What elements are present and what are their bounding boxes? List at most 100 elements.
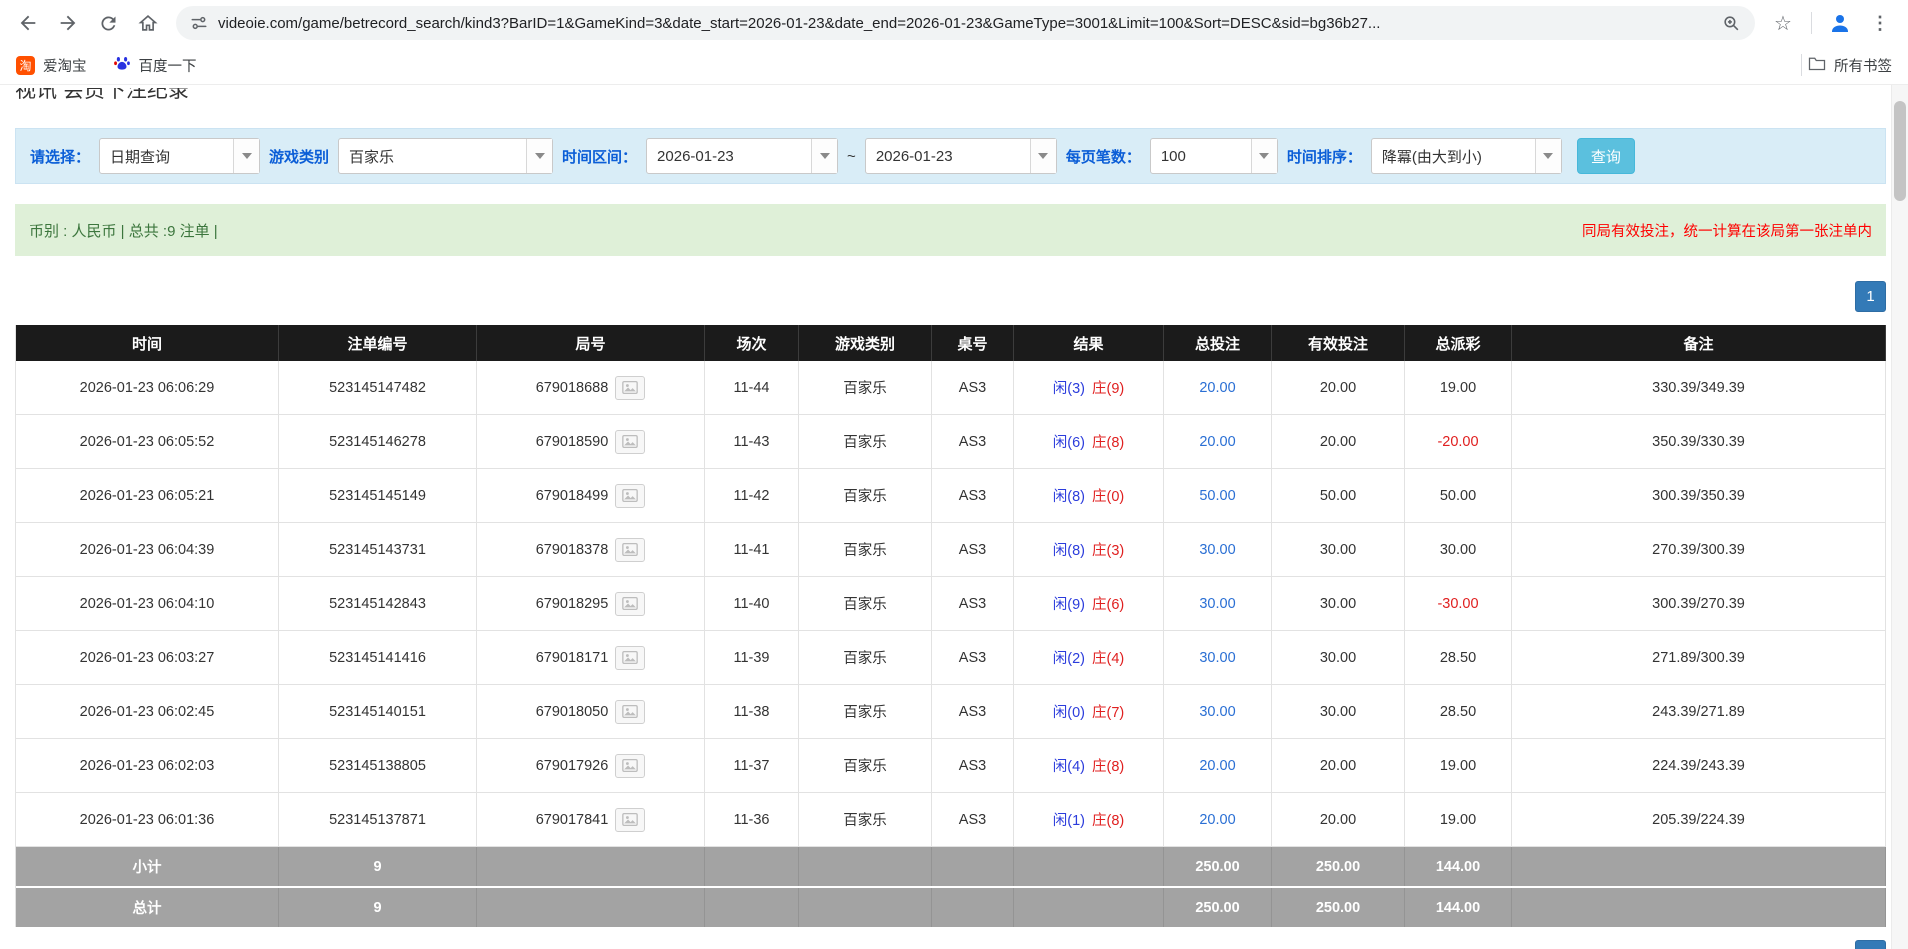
cell-payout: 19.00 xyxy=(1405,793,1512,847)
column-header: 游戏类别 xyxy=(799,325,932,361)
pagination-bottom-partial[interactable]: 1 xyxy=(1855,940,1886,949)
url-text[interactable]: videoie.com/game/betrecord_search/kind3?… xyxy=(218,15,1712,32)
total-bet-link[interactable]: 50.00 xyxy=(1199,488,1235,504)
page-size-select[interactable]: 100 xyxy=(1150,138,1278,174)
cell-table-no: AS3 xyxy=(932,523,1014,577)
cell-time: 2026-01-23 06:03:27 xyxy=(16,631,279,685)
round-image-button[interactable] xyxy=(615,808,645,832)
table-row: 2026-01-23 06:04:10 523145142843 6790182… xyxy=(16,577,1886,631)
round-image-button[interactable] xyxy=(615,538,645,562)
table-row: 2026-01-23 06:02:45 523145140151 6790180… xyxy=(16,685,1886,739)
forward-button[interactable] xyxy=(50,5,86,41)
chevron-down-icon[interactable] xyxy=(1030,139,1056,173)
total-empty-cell xyxy=(1014,888,1164,927)
cell-bet-id: 523145142843 xyxy=(279,577,477,631)
total-bet-link[interactable]: 20.00 xyxy=(1199,812,1235,828)
chevron-down-icon[interactable] xyxy=(811,139,837,173)
profile-avatar[interactable] xyxy=(1822,5,1858,41)
table-row: 2026-01-23 06:03:27 523145141416 6790181… xyxy=(16,631,1886,685)
sort-order-label: 时间排序： xyxy=(1287,146,1362,167)
cell-result: 闲(9) 庄(6) xyxy=(1014,577,1164,631)
total-bet-link[interactable]: 20.00 xyxy=(1199,380,1235,396)
round-image-button[interactable] xyxy=(615,484,645,508)
round-image-button[interactable] xyxy=(615,754,645,778)
chevron-down-icon[interactable] xyxy=(1535,139,1561,173)
total-bet-link[interactable]: 20.00 xyxy=(1199,758,1235,774)
cell-game-type: 百家乐 xyxy=(799,739,932,793)
scrollbar-thumb[interactable] xyxy=(1894,101,1906,201)
cell-note: 350.39/330.39 xyxy=(1512,415,1886,469)
cell-session: 11-39 xyxy=(705,631,799,685)
date-start-select[interactable]: 2026-01-23 xyxy=(646,138,838,174)
bookmark-baidu[interactable]: 百度一下 xyxy=(113,54,197,76)
total-bet-link[interactable]: 30.00 xyxy=(1199,596,1235,612)
pagination-top: 1 xyxy=(15,281,1886,312)
cell-table-no: AS3 xyxy=(932,415,1014,469)
cell-round: 679018171 xyxy=(477,631,705,685)
query-type-select[interactable]: 日期查询 xyxy=(99,138,260,174)
round-image-button[interactable] xyxy=(615,430,645,454)
home-button[interactable] xyxy=(130,5,166,41)
cell-table-no: AS3 xyxy=(932,631,1014,685)
result-player: 闲(1) xyxy=(1053,809,1085,830)
back-button[interactable] xyxy=(10,5,46,41)
result-player: 闲(2) xyxy=(1053,647,1085,668)
cell-time: 2026-01-23 06:02:45 xyxy=(16,685,279,739)
address-bar[interactable]: videoie.com/game/betrecord_search/kind3?… xyxy=(176,6,1755,40)
menu-kebab-icon[interactable]: ⋮ xyxy=(1862,5,1898,41)
cell-table-no: AS3 xyxy=(932,685,1014,739)
chevron-down-icon[interactable] xyxy=(1251,139,1277,173)
subtotal-empty-cell xyxy=(1014,847,1164,886)
total-bet-link[interactable]: 20.00 xyxy=(1199,434,1235,450)
cell-payout: 50.00 xyxy=(1405,469,1512,523)
picture-icon xyxy=(622,759,638,772)
picture-icon xyxy=(622,705,638,718)
round-image-button[interactable] xyxy=(615,646,645,670)
all-bookmarks-label: 所有书签 xyxy=(1834,55,1892,76)
total-count: 9 xyxy=(279,888,477,927)
cell-note: 330.39/349.39 xyxy=(1512,361,1886,415)
all-bookmarks-button[interactable]: 所有书签 xyxy=(1808,55,1892,76)
round-image-button[interactable] xyxy=(615,700,645,724)
sort-order-select[interactable]: 降冪(由大到小) xyxy=(1371,138,1562,174)
round-image-button[interactable] xyxy=(615,376,645,400)
total-bet-link[interactable]: 30.00 xyxy=(1199,542,1235,558)
scrollbar[interactable] xyxy=(1891,85,1908,949)
game-type-select[interactable]: 百家乐 xyxy=(338,138,553,174)
refresh-button[interactable] xyxy=(90,5,126,41)
cell-total-bet: 30.00 xyxy=(1164,577,1272,631)
total-bet-link[interactable]: 30.00 xyxy=(1199,704,1235,720)
zoom-icon[interactable] xyxy=(1722,14,1741,33)
result-banker: 庄(8) xyxy=(1092,755,1124,776)
cell-result: 闲(8) 庄(0) xyxy=(1014,469,1164,523)
cell-payout: -20.00 xyxy=(1405,415,1512,469)
cell-result: 闲(8) 庄(3) xyxy=(1014,523,1164,577)
currency-summary: 币别 : 人民币 | 总共 :9 注单 | xyxy=(29,220,218,241)
cell-total-bet: 50.00 xyxy=(1164,469,1272,523)
range-separator: ~ xyxy=(847,148,856,165)
cell-note: 271.89/300.39 xyxy=(1512,631,1886,685)
bookmarks-bar-right: 所有书签 xyxy=(1795,54,1892,76)
cell-session: 11-40 xyxy=(705,577,799,631)
table-row: 2026-01-23 06:04:39 523145143731 6790183… xyxy=(16,523,1886,577)
round-image-button[interactable] xyxy=(615,592,645,616)
column-header: 桌号 xyxy=(932,325,1014,361)
chevron-down-icon[interactable] xyxy=(526,139,552,173)
result-banker: 庄(4) xyxy=(1092,647,1124,668)
total-empty-cell xyxy=(932,888,1014,927)
total-bet-link[interactable]: 30.00 xyxy=(1199,650,1235,666)
bookmark-star-icon[interactable]: ☆ xyxy=(1765,5,1801,41)
cell-bet-id: 523145141416 xyxy=(279,631,477,685)
person-icon xyxy=(1828,11,1852,35)
subtotal-empty-cell xyxy=(932,847,1014,886)
total-payout: 144.00 xyxy=(1405,888,1512,927)
picture-icon xyxy=(622,813,638,826)
column-header: 注单编号 xyxy=(279,325,477,361)
bookmark-taobao[interactable]: 淘 爱淘宝 xyxy=(16,55,87,76)
site-settings-icon[interactable] xyxy=(190,14,208,32)
pagination-page-1[interactable]: 1 xyxy=(1855,281,1886,312)
search-button[interactable]: 查询 xyxy=(1577,138,1635,174)
result-banker: 庄(0) xyxy=(1092,485,1124,506)
date-end-select[interactable]: 2026-01-23 xyxy=(865,138,1057,174)
chevron-down-icon[interactable] xyxy=(233,139,259,173)
